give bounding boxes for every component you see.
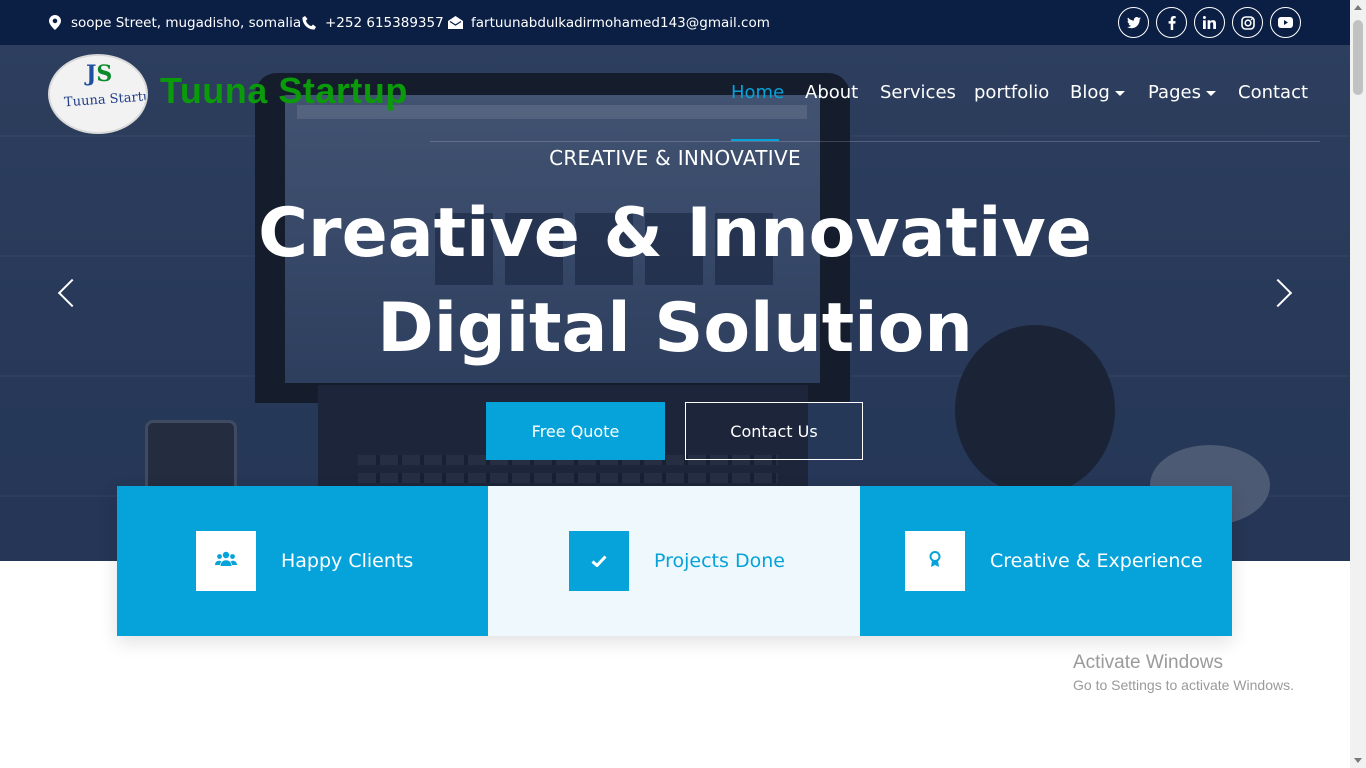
nav-services[interactable]: Services [880,82,956,103]
phone-info: +252 615389357 [301,0,444,45]
facebook-icon[interactable] [1156,7,1187,38]
nav-blog-label: Blog [1070,82,1110,103]
users-icon [215,551,237,571]
nav-pages[interactable]: Pages [1148,82,1216,103]
address-info: soope Street, mugadisho, somalia [47,0,301,45]
hero-carousel: JS Tuuna Startup Tuuna Startup Home Abou… [0,45,1350,561]
scroll-down-icon[interactable] [1354,758,1362,763]
feature-icon-box [569,531,629,591]
feature-card-creative-experience: Creative & Experience [860,486,1232,636]
feature-icon-box [196,531,256,591]
brand-logo[interactable]: JS Tuuna Startup [48,54,148,134]
scroll-up-icon[interactable] [1354,5,1362,10]
address-text: soope Street, mugadisho, somalia [71,14,302,31]
feature-label: Projects Done [654,550,785,572]
twitter-icon[interactable] [1118,7,1149,38]
feature-card-projects-done: Projects Done [488,486,860,636]
nav-active-indicator [731,139,779,141]
nav-pages-label: Pages [1148,82,1201,103]
linkedin-icon[interactable] [1194,7,1225,38]
scrollbar-thumb[interactable] [1353,20,1363,95]
email-text: fartuunabdulkadirmohamed143@gmail.com [471,14,770,31]
watermark-title: Activate Windows [1073,652,1223,673]
map-marker-icon [47,15,63,31]
nav-portfolio[interactable]: portfolio [974,82,1049,103]
page-scrollbar[interactable] [1350,0,1366,768]
email-info: fartuunabdulkadirmohamed143@gmail.com [447,0,770,45]
nav-about[interactable]: About [805,82,858,103]
feature-card-happy-clients: Happy Clients [117,486,488,636]
chevron-down-icon [1205,90,1216,96]
phone-text: +252 615389357 [325,14,444,31]
watermark-subtitle: Go to Settings to activate Windows. [1073,677,1294,693]
hero-title-line2: Digital Solution [377,289,973,368]
feature-label: Happy Clients [281,550,414,572]
brand-name[interactable]: Tuuna Startup [160,70,408,112]
check-icon [591,552,607,571]
contact-us-button[interactable]: Contact Us [685,402,863,460]
instagram-icon[interactable] [1232,7,1263,38]
nav-divider [430,141,1320,142]
nav-blog[interactable]: Blog [1070,82,1125,103]
windows-activation-watermark: Activate Windows Go to Settings to activ… [1073,652,1294,693]
nav-home[interactable]: Home [731,82,784,103]
logo-monogram: JS [86,61,113,87]
youtube-icon[interactable] [1270,7,1301,38]
feature-label: Creative & Experience [990,550,1203,572]
award-icon [929,551,941,571]
hero-title-line1: Creative & Innovative [258,194,1092,273]
feature-icon-box [905,531,965,591]
hero-subtitle: CREATIVE & INNOVATIVE [549,146,801,170]
logo-text: Tuuna Startup [63,88,148,111]
chevron-down-icon [1114,90,1125,96]
phone-icon [301,15,317,31]
free-quote-button[interactable]: Free Quote [486,402,665,460]
feature-cards: Happy Clients Projects Done Creative & E… [117,486,1232,636]
nav-contact[interactable]: Contact [1238,82,1308,103]
top-info-bar: soope Street, mugadisho, somalia +252 61… [0,0,1350,45]
envelope-icon [447,15,463,31]
